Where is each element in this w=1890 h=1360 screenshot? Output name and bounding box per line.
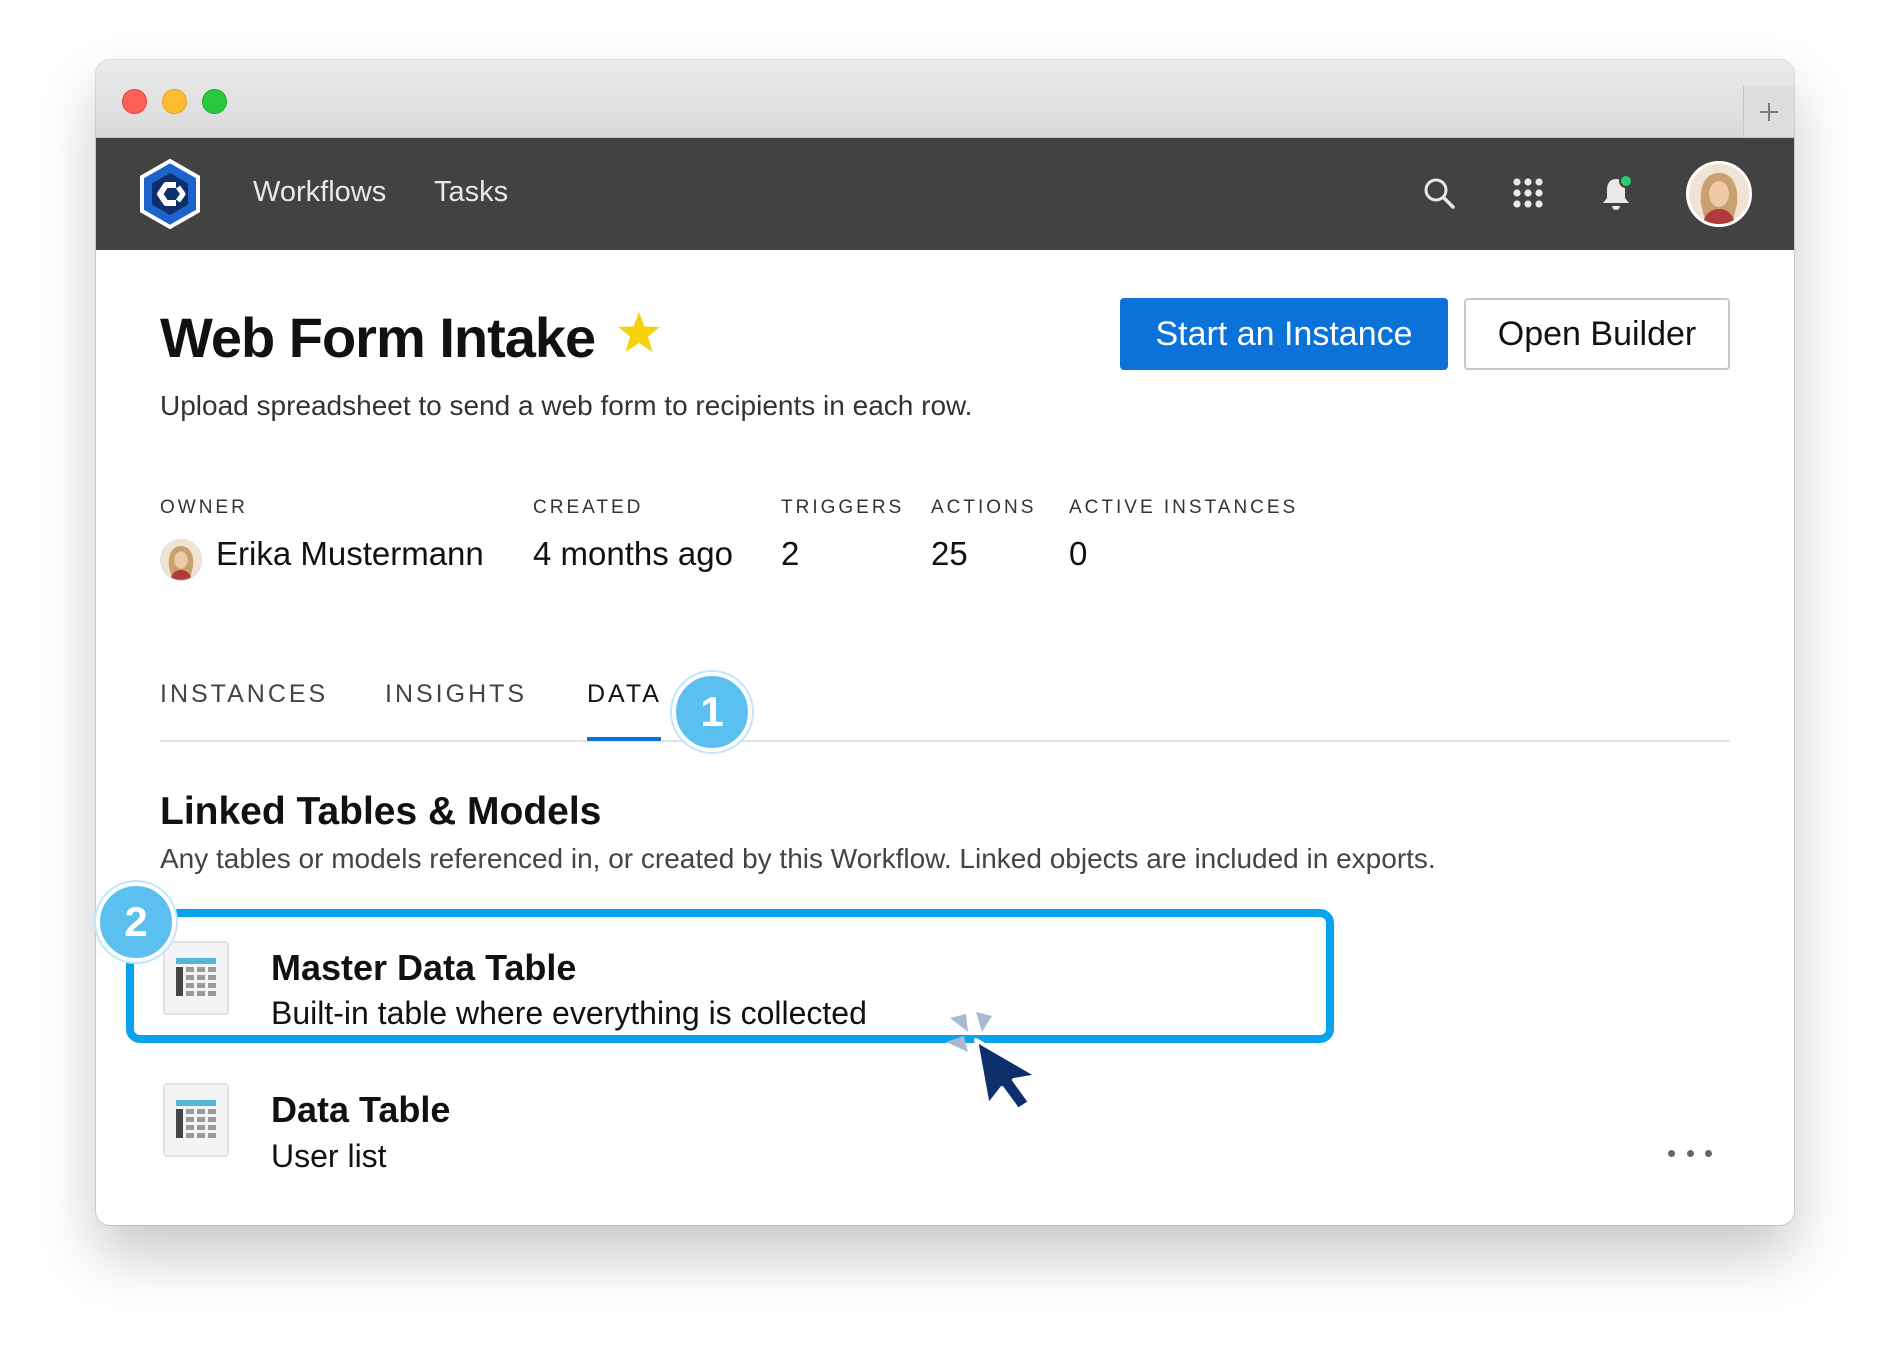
- meta-label-created: CREATED: [533, 497, 644, 518]
- actions-value: 25: [931, 535, 968, 572]
- table-icon: [163, 941, 229, 1015]
- browser-window: Workflows Tasks Web Form Intake Start an…: [96, 60, 1794, 1225]
- tab-data[interactable]: DATA: [587, 680, 662, 709]
- owner-name[interactable]: Erika Mustermann: [216, 535, 484, 573]
- table-description-master-data: Built-in table where everything is colle…: [271, 995, 867, 1031]
- app-logo-icon[interactable]: [134, 158, 206, 230]
- nav-link-tasks[interactable]: Tasks: [434, 176, 508, 209]
- meta-label-active-instances: ACTIVE INSTANCES: [1069, 497, 1299, 518]
- page-title: Web Form Intake: [160, 306, 596, 369]
- meta-label-triggers: TRIGGERS: [781, 497, 905, 518]
- callout-badge-2: 2: [96, 882, 176, 962]
- meta-label-owner: OWNER: [160, 497, 248, 518]
- minimize-window-button[interactable]: [162, 89, 187, 114]
- star-icon[interactable]: [616, 310, 662, 356]
- more-horizontal-icon[interactable]: [1668, 1143, 1712, 1163]
- callout-badge-1: 1: [672, 672, 752, 752]
- nav-link-workflows[interactable]: Workflows: [253, 176, 386, 209]
- table-name-master-data[interactable]: Master Data Table: [271, 947, 576, 989]
- active-instances-value: 0: [1069, 535, 1088, 572]
- user-avatar[interactable]: [1686, 161, 1752, 227]
- start-instance-button[interactable]: Start an Instance: [1120, 298, 1448, 370]
- main-content: Web Form Intake Start an Instance Open B…: [96, 250, 1794, 1225]
- table-icon: [163, 1083, 229, 1157]
- plus-icon: [1760, 102, 1778, 121]
- workflow-description: Upload spreadsheet to send a web form to…: [160, 390, 973, 421]
- active-tab-indicator: [587, 737, 661, 741]
- open-builder-button[interactable]: Open Builder: [1464, 298, 1730, 370]
- zoom-window-button[interactable]: [202, 89, 227, 114]
- close-window-button[interactable]: [122, 89, 147, 114]
- apps-grid-icon[interactable]: [1505, 170, 1551, 216]
- triggers-value: 2: [781, 535, 800, 572]
- tab-instances[interactable]: INSTANCES: [160, 680, 328, 709]
- owner-avatar: [160, 539, 202, 581]
- cursor-click-icon: [946, 1010, 1066, 1120]
- tabs-divider: [160, 740, 1730, 742]
- new-tab-button[interactable]: [1743, 86, 1794, 137]
- meta-label-actions: ACTIONS: [931, 497, 1037, 518]
- window-titlebar: [96, 60, 1794, 138]
- table-description-data-table: User list: [271, 1138, 387, 1174]
- top-navbar: Workflows Tasks: [96, 138, 1794, 250]
- section-title: Linked Tables & Models: [160, 790, 602, 833]
- created-value: 4 months ago: [533, 535, 733, 572]
- section-description: Any tables or models referenced in, or c…: [160, 843, 1436, 874]
- search-icon[interactable]: [1416, 170, 1462, 216]
- bell-icon[interactable]: [1593, 170, 1639, 216]
- tab-insights[interactable]: INSIGHTS: [385, 680, 527, 709]
- notification-dot: [1619, 174, 1633, 188]
- table-name-data-table[interactable]: Data Table: [271, 1089, 450, 1131]
